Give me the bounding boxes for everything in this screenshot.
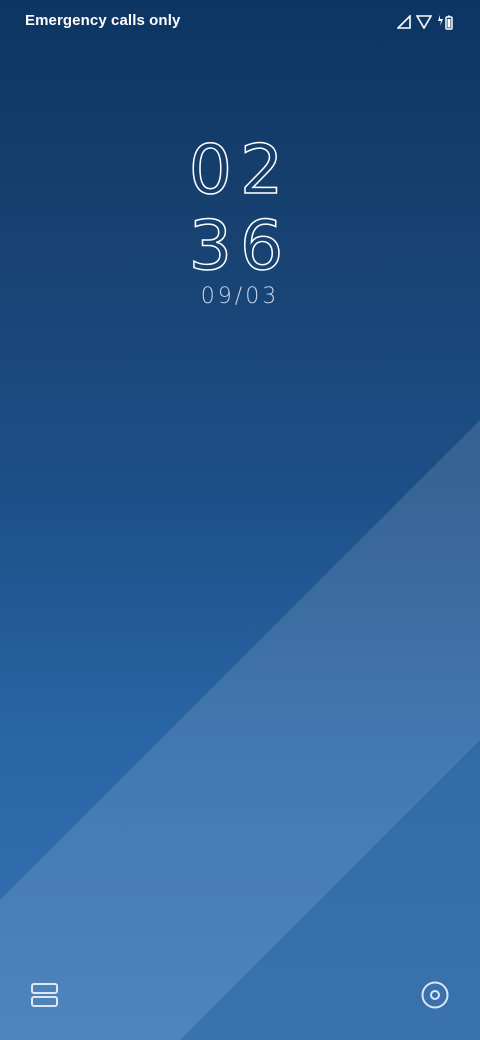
camera-button[interactable] — [415, 975, 455, 1015]
status-icons — [397, 13, 453, 31]
clock-hour: 02 — [190, 136, 290, 200]
wifi-icon — [416, 15, 432, 29]
date-text: 09/03 — [200, 284, 280, 309]
recents-icon — [31, 983, 58, 1007]
battery-charging-icon — [438, 15, 453, 30]
clock-hour-text: 02 — [190, 136, 290, 200]
status-bar: Emergency calls only — [0, 0, 480, 46]
clock-minute-text: 36 — [190, 212, 290, 276]
carrier-status-text: Emergency calls only — [25, 12, 181, 29]
clock-minute: 36 — [190, 212, 290, 276]
signal-icon — [397, 15, 411, 29]
recents-button[interactable] — [24, 975, 64, 1015]
camera-icon — [421, 981, 449, 1009]
